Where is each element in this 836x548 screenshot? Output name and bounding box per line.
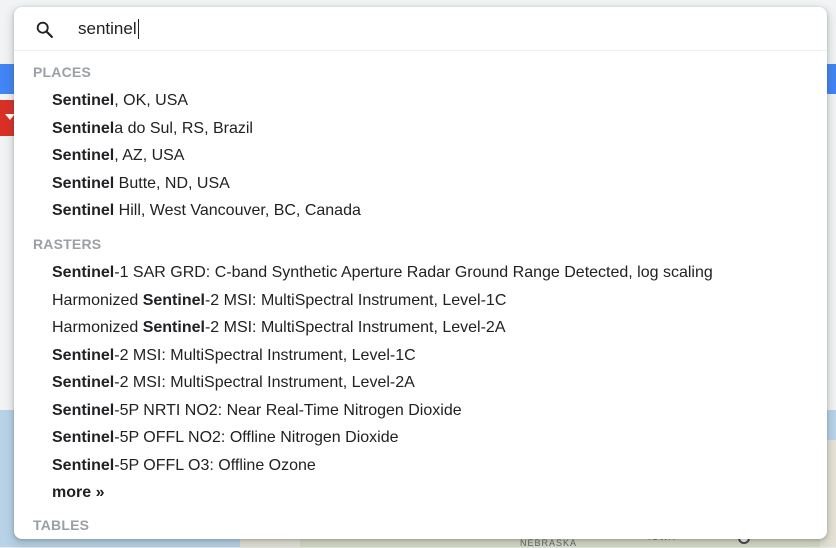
text-cursor [138, 19, 140, 39]
result-rest-text: -1 SAR GRD: C-band Synthetic Aperture Ra… [114, 264, 713, 282]
raster-result-item[interactable]: Sentinel-2 MSI: MultiSpectral Instrument… [52, 343, 416, 369]
result-rest-text: Hill, West Vancouver, BC, Canada [114, 202, 361, 220]
result-rest-text: a do Sul, RS, Brazil [114, 120, 253, 138]
result-match-text: Sentinel [143, 319, 205, 337]
result-match-text: Sentinel [52, 457, 114, 475]
result-rest-text: -2 MSI: MultiSpectral Instrument, Level-… [114, 347, 415, 365]
search-icon[interactable] [34, 19, 56, 41]
raster-result-item[interactable]: Sentinel-5P OFFL O3: Offline Ozone [52, 453, 316, 479]
section-header-rasters: RASTERS [33, 236, 101, 252]
raster-result-item[interactable]: Sentinel-5P NRTI NO2: Near Real-Time Nit… [52, 398, 462, 424]
raster-result-item[interactable]: Sentinel-2 MSI: MultiSpectral Instrument… [52, 370, 415, 396]
result-match-text: Sentinel [52, 347, 114, 365]
result-rest-text: -5P NRTI NO2: Near Real-Time Nitrogen Di… [114, 402, 461, 420]
result-match-text: Sentinel [52, 429, 114, 447]
result-rest-text: -2 MSI: MultiSpectral Instrument, Level-… [205, 319, 506, 337]
result-match-text: Sentinel [52, 175, 114, 193]
result-rest-text: , AZ, USA [114, 147, 184, 165]
result-match-text: Sentinel [52, 147, 114, 165]
search-query-text: sentinel [78, 19, 137, 39]
search-dropdown: sentinel PLACES Sentinel, OK, USASentine… [14, 7, 827, 539]
result-match-text: Sentinel [52, 92, 114, 110]
section-header-tables: TABLES [33, 517, 89, 533]
result-rest-text: -5P OFFL NO2: Offline Nitrogen Dioxide [114, 429, 398, 447]
search-input[interactable]: sentinel [78, 15, 778, 43]
result-prefix-text: Harmonized [52, 292, 143, 310]
search-bar: sentinel [14, 7, 827, 51]
result-prefix-text: Harmonized [52, 319, 143, 337]
raster-result-item[interactable]: Harmonized Sentinel-2 MSI: MultiSpectral… [52, 288, 506, 314]
result-match-text: Sentinel [52, 202, 114, 220]
result-rest-text: -2 MSI: MultiSpectral Instrument, Level-… [114, 374, 415, 392]
result-match-text: Sentinel [143, 292, 205, 310]
raster-result-item[interactable]: Sentinel-5P OFFL NO2: Offline Nitrogen D… [52, 425, 399, 451]
result-rest-text: -2 MSI: MultiSpectral Instrument, Level-… [205, 292, 506, 310]
section-header-places: PLACES [33, 64, 91, 80]
raster-result-item[interactable]: Harmonized Sentinel-2 MSI: MultiSpectral… [52, 315, 506, 341]
raster-result-item[interactable]: Sentinel-1 SAR GRD: C-band Synthetic Ape… [52, 260, 713, 286]
place-result-item[interactable]: Sentinel Hill, West Vancouver, BC, Canad… [52, 198, 361, 224]
more-rasters-link[interactable]: more » [52, 484, 104, 502]
result-rest-text: -5P OFFL O3: Offline Ozone [114, 457, 316, 475]
place-result-item[interactable]: Sentinela do Sul, RS, Brazil [52, 116, 253, 142]
result-rest-text: Butte, ND, USA [114, 175, 230, 193]
result-match-text: Sentinel [52, 374, 114, 392]
place-result-item[interactable]: Sentinel, AZ, USA [52, 143, 184, 169]
result-match-text: Sentinel [52, 402, 114, 420]
result-match-text: Sentinel [52, 264, 114, 282]
place-result-item[interactable]: Sentinel, OK, USA [52, 88, 188, 114]
result-rest-text: , OK, USA [114, 92, 188, 110]
result-match-text: Sentinel [52, 120, 114, 138]
place-result-item[interactable]: Sentinel Butte, ND, USA [52, 171, 230, 197]
